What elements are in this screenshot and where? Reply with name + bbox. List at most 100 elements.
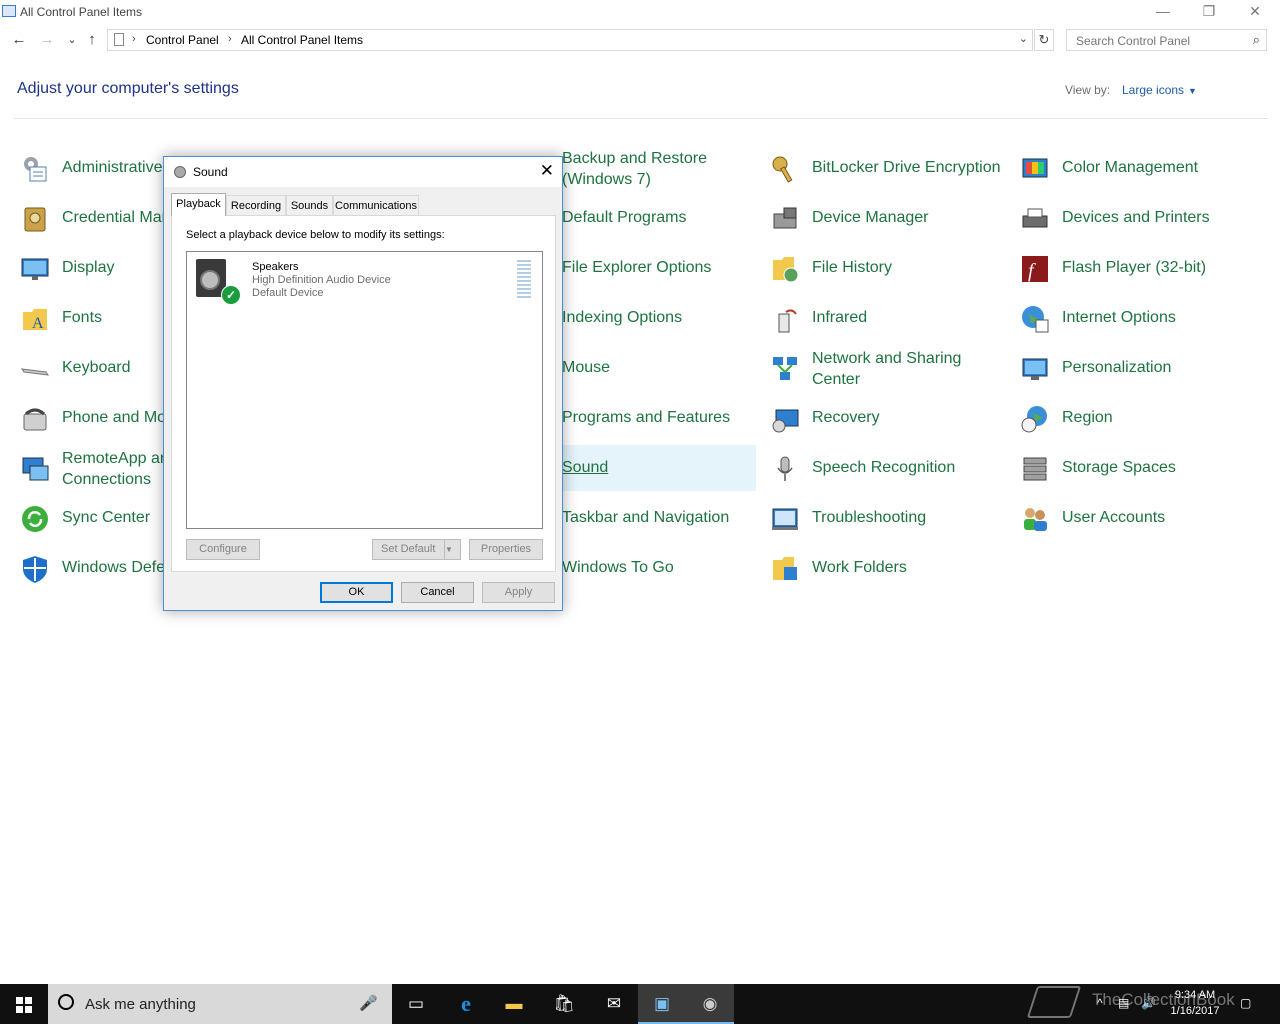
item-internet-options[interactable]: Internet Options: [1016, 295, 1256, 341]
control-panel-taskbar-icon[interactable]: ▣: [638, 984, 686, 1024]
item-work-folders[interactable]: Work Folders: [766, 545, 1006, 591]
network-tray-icon[interactable]: ▤: [1118, 996, 1129, 1010]
dialog-title-bar[interactable]: Sound ✕: [164, 157, 562, 187]
item-personalization[interactable]: Personalization: [1016, 345, 1256, 391]
file-explorer-icon[interactable]: ▬: [490, 984, 538, 1024]
item-label[interactable]: Infrared: [812, 309, 867, 327]
item-label[interactable]: BitLocker Drive Encryption: [812, 159, 1001, 177]
item-label[interactable]: Administrative: [62, 159, 162, 177]
tab-communications[interactable]: Communications: [333, 195, 419, 215]
set-default-dropdown-icon[interactable]: ▼: [444, 540, 460, 559]
item-label[interactable]: Indexing Options: [562, 309, 682, 327]
microphone-icon[interactable]: 🎤: [359, 994, 378, 1012]
task-view-icon[interactable]: ▭: [392, 984, 440, 1024]
properties-button[interactable]: Properties: [469, 539, 543, 560]
address-dropdown-chevron-icon[interactable]: ⌄: [1019, 32, 1028, 45]
item-label[interactable]: Internet Options: [1062, 309, 1176, 327]
item-label[interactable]: Taskbar and Navigation: [562, 509, 729, 527]
address-bar[interactable]: › Control Panel › All Control Panel Item…: [107, 29, 1033, 51]
tray-chevron-icon[interactable]: ^: [1097, 996, 1103, 1010]
dropdown-caret-icon[interactable]: ▼: [1188, 86, 1197, 96]
item-label[interactable]: Flash Player (32-bit): [1062, 259, 1206, 277]
minimize-button[interactable]: —: [1140, 0, 1186, 24]
up-arrow-icon[interactable]: ↑: [82, 30, 102, 50]
apply-button[interactable]: Apply: [482, 582, 555, 603]
configure-button[interactable]: Configure: [186, 539, 260, 560]
device-list[interactable]: ✓ Speakers High Definition Audio Device …: [186, 251, 543, 529]
item-label[interactable]: Fonts: [62, 309, 102, 327]
close-icon[interactable]: ✕: [540, 161, 554, 181]
item-label[interactable]: Speech Recognition: [812, 459, 955, 477]
item-label[interactable]: File Explorer Options: [562, 259, 711, 277]
item-label[interactable]: Personalization: [1062, 359, 1171, 377]
tab-sounds[interactable]: Sounds: [286, 195, 333, 215]
item-label[interactable]: Programs and Features: [562, 409, 730, 427]
clock[interactable]: 9:34 AM 1/16/2017: [1160, 987, 1230, 1019]
breadcrumb-separator-icon[interactable]: ›: [228, 33, 232, 45]
forward-arrow-icon[interactable]: →: [37, 30, 57, 50]
tab-recording[interactable]: Recording: [226, 195, 286, 215]
set-default-label[interactable]: Set Default: [381, 543, 435, 555]
breadcrumb-separator-icon[interactable]: ›: [132, 33, 136, 45]
item-network-sharing[interactable]: Network and Sharing Center: [766, 345, 1006, 391]
device-name[interactable]: Speakers: [252, 261, 298, 273]
restore-button[interactable]: ❐: [1186, 0, 1232, 24]
search-box[interactable]: ⌕: [1066, 29, 1267, 51]
item-storage-spaces[interactable]: Storage Spaces: [1016, 445, 1256, 491]
item-label[interactable]: Credential Man: [62, 209, 171, 227]
item-user-accounts[interactable]: User Accounts: [1016, 495, 1256, 541]
item-recovery[interactable]: Recovery: [766, 395, 1006, 441]
view-by-dropdown[interactable]: Large icons ▼: [1122, 83, 1197, 97]
item-label[interactable]: Default Programs: [562, 209, 687, 227]
tab-playback[interactable]: Playback: [171, 193, 226, 216]
item-infrared[interactable]: Infrared: [766, 295, 1006, 341]
search-input[interactable]: [1074, 33, 1243, 49]
item-device-manager[interactable]: Device Manager: [766, 195, 1006, 241]
volume-tray-icon[interactable]: 🔊: [1141, 996, 1156, 1010]
cortana-search-text[interactable]: Ask me anything: [85, 996, 196, 1013]
item-label[interactable]: Region: [1062, 409, 1113, 427]
item-label[interactable]: Devices and Printers: [1062, 209, 1210, 227]
item-flash-player[interactable]: f Flash Player (32-bit): [1016, 245, 1256, 291]
item-label[interactable]: Windows Defe: [62, 559, 165, 577]
refresh-icon[interactable]: ↻: [1034, 29, 1054, 51]
item-label[interactable]: File History: [812, 259, 892, 277]
item-label[interactable]: Troubleshooting: [812, 509, 926, 527]
clock-date[interactable]: 1/16/2017: [1160, 1003, 1230, 1019]
item-label[interactable]: User Accounts: [1062, 509, 1165, 527]
view-by-value[interactable]: Large icons: [1122, 83, 1184, 97]
item-label[interactable]: Mouse: [562, 359, 610, 377]
search-icon[interactable]: ⌕: [1253, 32, 1260, 48]
item-label[interactable]: Sync Center: [62, 509, 150, 527]
item-label[interactable]: Phone and Mo: [62, 409, 166, 427]
breadcrumb-control-panel[interactable]: Control Panel: [146, 33, 219, 47]
item-label[interactable]: Color Management: [1062, 159, 1198, 177]
start-button[interactable]: [0, 984, 48, 1024]
item-label[interactable]: Sound: [562, 459, 608, 477]
item-label[interactable]: Windows To Go: [562, 559, 674, 577]
item-bitlocker[interactable]: BitLocker Drive Encryption: [766, 145, 1006, 191]
cancel-button[interactable]: Cancel: [401, 582, 474, 603]
item-region[interactable]: Region: [1016, 395, 1256, 441]
clock-time[interactable]: 9:34 AM: [1160, 987, 1230, 1003]
close-button[interactable]: ✕: [1232, 0, 1278, 24]
sound-taskbar-icon[interactable]: ◉: [686, 984, 734, 1024]
item-label[interactable]: Network and Sharing Center: [812, 348, 1002, 390]
item-label[interactable]: Device Manager: [812, 209, 929, 227]
item-file-history[interactable]: File History: [766, 245, 1006, 291]
recent-locations-chevron-icon[interactable]: ⌄: [62, 30, 82, 50]
speaker-device-icon[interactable]: ✓: [196, 259, 241, 305]
item-troubleshooting[interactable]: Troubleshooting: [766, 495, 1006, 541]
item-label[interactable]: Keyboard: [62, 359, 131, 377]
breadcrumb-all-items[interactable]: All Control Panel Items: [241, 33, 363, 47]
edge-icon[interactable]: e: [442, 984, 490, 1024]
item-label[interactable]: Work Folders: [812, 559, 907, 577]
action-center-icon[interactable]: ▢: [1240, 996, 1251, 1010]
ok-button[interactable]: OK: [320, 582, 393, 603]
item-label[interactable]: Recovery: [812, 409, 880, 427]
item-label[interactable]: Backup and Restore (Windows 7): [562, 148, 752, 190]
mail-icon[interactable]: ✉: [590, 984, 638, 1024]
store-icon[interactable]: 🛍: [540, 984, 588, 1024]
back-arrow-icon[interactable]: ←: [9, 30, 29, 50]
item-color-management[interactable]: Color Management: [1016, 145, 1256, 191]
